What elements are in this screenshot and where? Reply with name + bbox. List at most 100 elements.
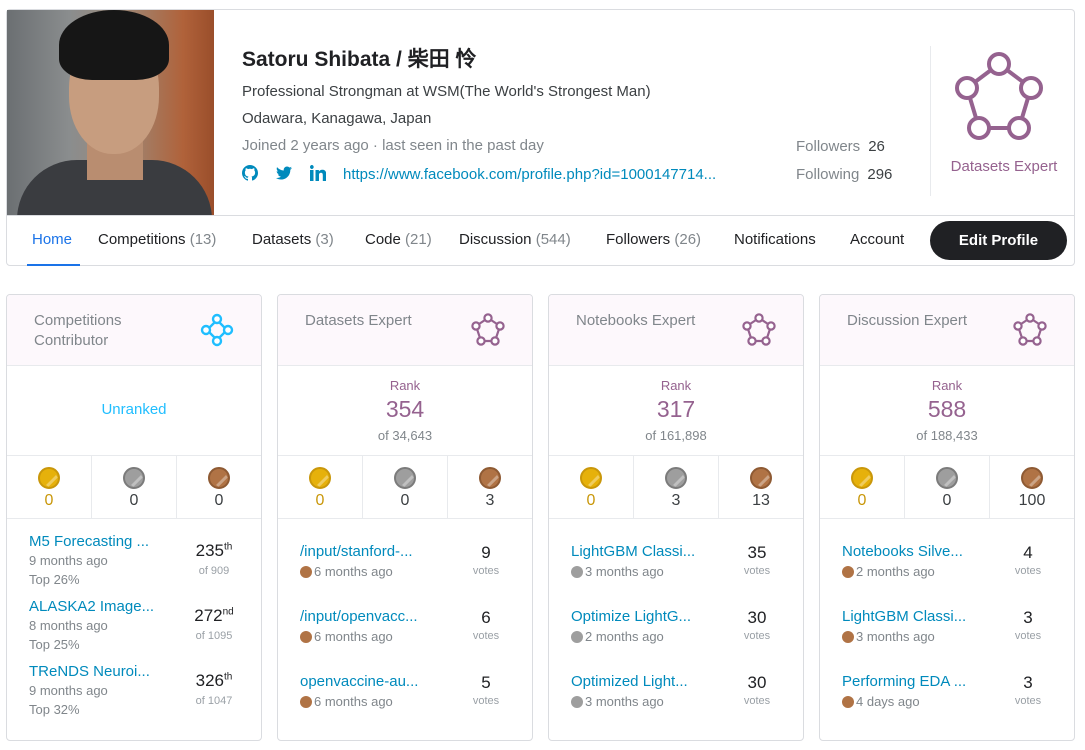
list-item[interactable]: LightGBM Classi... 3 months ago 35 votes (549, 519, 803, 581)
list-item[interactable]: M5 Forecasting ... 9 months ago Top 26% … (7, 519, 261, 587)
profile-occupation: Professional Strongman at WSM(The World'… (242, 83, 651, 100)
votes-label: votes (472, 630, 500, 642)
bronze-medal-icon (1021, 467, 1043, 489)
rank-area: Unranked (7, 366, 261, 456)
item-title[interactable]: LightGBM Classi... (842, 608, 982, 625)
list-item[interactable]: Optimized Light... 3 months ago 30 votes (549, 649, 803, 711)
vote-count: 30 (747, 608, 767, 627)
bronze-count: 0 (214, 492, 224, 509)
item-title[interactable]: /input/openvacc... (300, 608, 440, 625)
medal-summary: 0 0 0 (7, 456, 261, 519)
rank-label: Rank (660, 378, 692, 393)
tab-followers[interactable]: Followers (26) (606, 231, 701, 248)
profile-location: Odawara, Kanagawa, Japan (242, 110, 432, 127)
item-time: 9 months ago (29, 553, 108, 568)
facebook-link[interactable]: https://www.facebook.com/profile.php?id=… (343, 166, 773, 183)
medal-summary: 0 3 13 (549, 456, 803, 519)
item-title[interactable]: Optimized Light... (571, 673, 711, 690)
item-time: 8 months ago (29, 618, 108, 633)
silver-medal-icon (665, 467, 687, 489)
votes-label: votes (743, 695, 771, 707)
tab-code[interactable]: Code (21) (365, 231, 432, 248)
tab-home[interactable]: Home (32, 231, 72, 248)
bronze-count: 13 (752, 492, 770, 509)
profile-joined: Joined 2 years ago · last seen in the pa… (242, 137, 544, 154)
tier-label: Datasets Expert (950, 158, 1058, 175)
bronze-medal-icon (479, 467, 501, 489)
medal-icon (842, 631, 854, 643)
vote-count: 3 (1023, 673, 1033, 692)
list-item[interactable]: Notebooks Silve... 2 months ago 4 votes (820, 519, 1074, 581)
item-title[interactable]: M5 Forecasting ... (29, 533, 164, 550)
medal-icon (842, 696, 854, 708)
item-place: 326th (195, 671, 233, 690)
rank-of-total: of 188,433 (916, 428, 978, 443)
item-title[interactable]: ALASKA2 Image... (29, 598, 164, 615)
list-item[interactable]: TReNDS Neuroi... 9 months ago Top 32% 32… (7, 649, 261, 717)
card-title: Datasets Expert (305, 312, 412, 329)
card-header: Datasets Expert (278, 295, 532, 366)
item-title[interactable]: Optimize LightG... (571, 608, 711, 625)
medal-icon (300, 631, 312, 643)
following-stat[interactable]: Following 296 (796, 166, 892, 183)
medal-icon (842, 566, 854, 578)
item-title[interactable]: TReNDS Neuroi... (29, 663, 164, 680)
silver-count: 0 (942, 492, 952, 509)
list-item[interactable]: /input/openvacc... 6 months ago 6 votes (278, 584, 532, 646)
item-meta: 2 months ago (842, 564, 935, 579)
gold-count: 0 (315, 492, 325, 509)
tab-discussion[interactable]: Discussion (544) (459, 231, 571, 248)
silver-medal-icon (394, 467, 416, 489)
bronze-medal-icon (750, 467, 772, 489)
item-of: of 1095 (195, 630, 233, 642)
active-tab-indicator (27, 264, 80, 266)
medal-icon (300, 696, 312, 708)
item-title[interactable]: Notebooks Silve... (842, 543, 982, 560)
card-title: Discussion Expert (847, 312, 968, 329)
silver-medal-icon (123, 467, 145, 489)
rank-number: 354 (385, 396, 425, 422)
followers-stat[interactable]: Followers 26 (796, 138, 885, 155)
github-icon[interactable] (242, 165, 258, 181)
tab-competitions[interactable]: Competitions (13) (98, 231, 216, 248)
item-title[interactable]: openvaccine-au... (300, 673, 440, 690)
header-divider (930, 46, 931, 196)
item-of: of 1047 (195, 695, 233, 707)
silver-count: 0 (129, 492, 139, 509)
item-title[interactable]: /input/stanford-... (300, 543, 440, 560)
tab-account[interactable]: Account (850, 231, 904, 248)
twitter-icon[interactable] (276, 165, 292, 181)
notebooks-card: Notebooks Expert Rank 317 of 161,898 0 3 13 Lig… (548, 294, 804, 741)
votes-label: votes (1014, 565, 1042, 577)
item-place: 272nd (194, 606, 234, 625)
competitions-card: Competitions Contributor Unranked 0 0 0 … (6, 294, 262, 741)
expert-icon (471, 313, 505, 346)
list-item[interactable]: LightGBM Classi... 3 months ago 3 votes (820, 584, 1074, 646)
vote-count: 3 (1023, 608, 1033, 627)
list-item[interactable]: ALASKA2 Image... 8 months ago Top 25% 27… (7, 584, 261, 652)
list-item[interactable]: Optimize LightG... 2 months ago 30 votes (549, 584, 803, 646)
card-header: Competitions Contributor (7, 295, 261, 366)
vote-count: 30 (747, 673, 767, 692)
list-item[interactable]: openvaccine-au... 6 months ago 5 votes (278, 649, 532, 711)
edit-profile-button[interactable]: Edit Profile (930, 221, 1067, 260)
item-title[interactable]: LightGBM Classi... (571, 543, 711, 560)
item-title[interactable]: Performing EDA ... (842, 673, 982, 690)
rank-label: Rank (931, 378, 963, 393)
item-meta: 4 days ago (842, 694, 920, 709)
card-title: Competitions Contributor (34, 312, 122, 349)
tab-datasets[interactable]: Datasets (3) (252, 231, 334, 248)
item-time: 9 months ago (29, 683, 108, 698)
list-item[interactable]: /input/stanford-... 6 months ago 9 votes (278, 519, 532, 581)
profile-name: Satoru Shibata / 柴田 怜 (242, 48, 477, 71)
item-meta: 6 months ago (300, 629, 393, 644)
vote-count: 5 (481, 673, 491, 692)
rank-of-total: of 34,643 (377, 428, 433, 443)
bronze-count: 3 (485, 492, 495, 509)
tab-notifications[interactable]: Notifications (734, 231, 816, 248)
linkedin-icon[interactable] (310, 165, 326, 181)
medal-icon (571, 566, 583, 578)
list-item[interactable]: Performing EDA ... 4 days ago 3 votes (820, 649, 1074, 711)
profile-nav: Home Competitions (13) Datasets (3) Code… (7, 216, 1074, 266)
gold-medal-icon (309, 467, 331, 489)
